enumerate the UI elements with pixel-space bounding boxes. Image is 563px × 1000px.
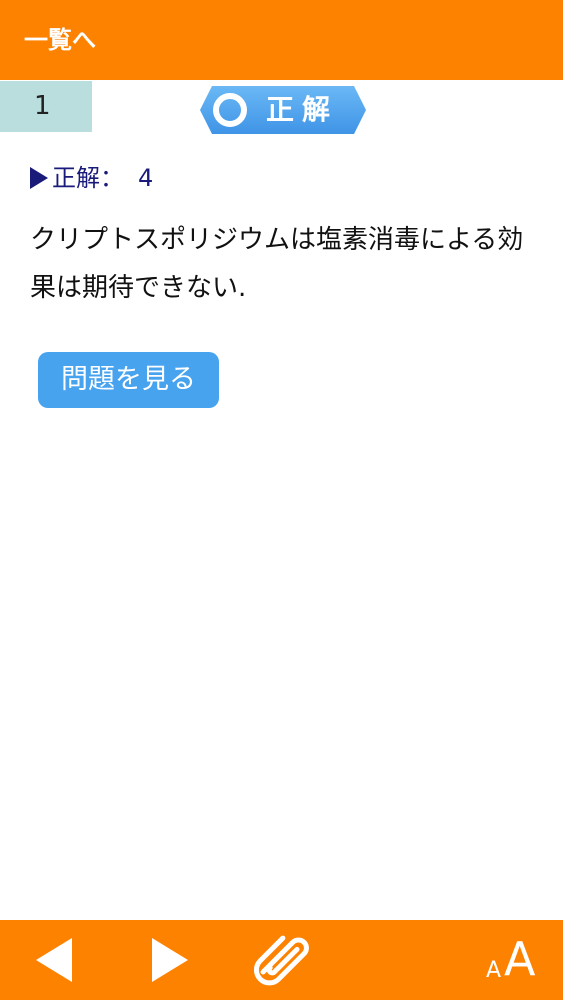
result-badge: 正解 — [200, 86, 366, 134]
triangle-right-icon — [30, 167, 48, 189]
explanation-text: クリプトスポリジウムは塩素消毒による効果は期待できない. — [30, 225, 524, 303]
font-size-small-label: A — [486, 958, 502, 983]
triangle-left-icon — [36, 938, 72, 982]
app-screen: 一覧へ 1 正解 正解： 4 クリプトスポリジウムは塩素消毒による効果は期待できな… — [0, 0, 563, 1000]
circle-correct-icon — [213, 93, 247, 127]
font-size-button[interactable]: A A — [480, 920, 550, 1000]
triangle-right-icon — [152, 938, 188, 982]
bottom-toolbar: A A — [0, 920, 563, 1000]
question-number: 1 — [0, 81, 92, 132]
correct-answer-value: 4 — [138, 164, 154, 192]
correct-answer-line: 正解： 4 — [30, 160, 153, 196]
paperclip-icon — [254, 935, 309, 986]
next-button[interactable] — [140, 920, 200, 1000]
correct-answer-prefix: 正解： — [52, 164, 124, 192]
header-bar: 一覧へ — [0, 0, 563, 80]
font-size-large-label: A — [504, 932, 536, 986]
attachment-button[interactable] — [250, 920, 320, 1000]
result-label: 正解 — [266, 93, 339, 126]
back-to-list-link[interactable]: 一覧へ — [24, 22, 96, 58]
view-question-button[interactable]: 問題を見る — [38, 352, 219, 408]
previous-button[interactable] — [24, 920, 84, 1000]
